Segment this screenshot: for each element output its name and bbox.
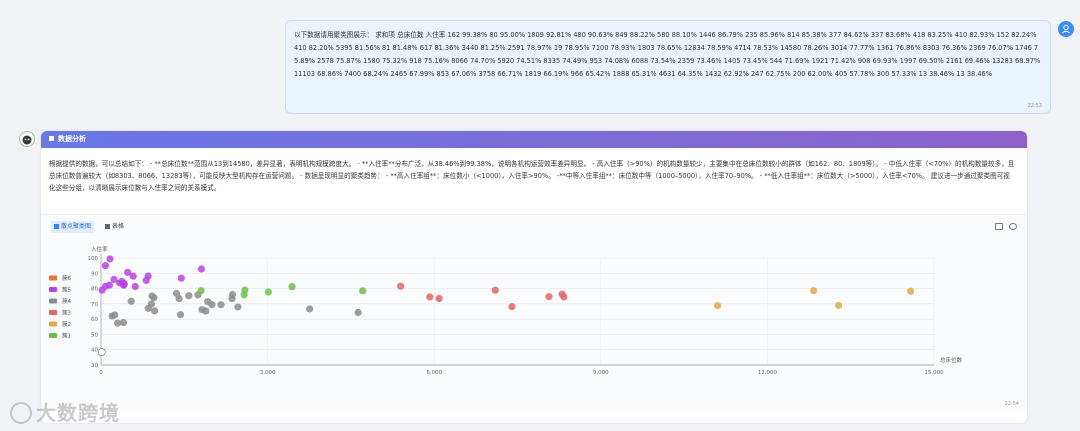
scatter-point [131,282,139,291]
legend-swatch [49,333,57,338]
scatter-point [177,274,185,282]
download-icon[interactable] [995,223,1003,230]
tab-table[interactable]: 表格 [102,221,127,233]
square-icon [49,136,54,141]
y-tick-label: 80 [91,287,98,293]
card-header-title: 数据分析 [58,135,86,143]
legend-entry: 簇5 [62,286,72,294]
scatter-point [545,293,553,301]
robot-icon [19,131,35,147]
y-tick-label: 30 [91,363,98,369]
legend-entry: 簇6 [62,274,72,282]
watermark-logo-icon [10,402,32,424]
scatter-point [127,297,135,305]
watermark: 大数跨境 [10,397,120,426]
scatter-point [835,301,843,310]
legend-entry: 簇2 [62,320,71,328]
scatter-point [108,312,116,320]
scatter-point [810,287,818,295]
legend-swatch [49,310,57,315]
scatter-point [288,283,296,291]
analysis-text: 根据提供的数据，可以总结如下： - **总床位数**范围从13到14580，差异… [49,160,1015,192]
legend-entry: 簇4 [62,297,72,305]
y-tick-label: 100 [88,256,99,262]
legend-swatch [49,275,57,281]
y-tick-label: 50 [91,332,98,338]
scatter-point [98,286,106,294]
scatter-point [185,292,193,300]
scatter-point [240,291,248,299]
scatter-point [907,287,915,295]
scatter-point [101,262,110,270]
y-tick-label: 90 [91,271,98,277]
chart-panel: 散点聚类图 表格 30 40 50 60 70 80 90 100 0 3,000 6,000 9,0… [41,214,1027,411]
x-tick-label: 6,000 [426,370,442,376]
legend-swatch [49,287,57,292]
scatter-point [491,286,499,294]
scatter-point [144,304,152,312]
x-tick-label: 12,000 [758,370,778,376]
scatter-point [114,319,122,327]
scatter-point [175,294,183,303]
user-message-bubble: 以下数据请用聚类图展示： 求和项 总床位数 入住率 162 99.38% 80 … [285,20,1051,114]
x-axis-label: 总床位数 [940,356,963,364]
scatter-point [202,307,210,315]
scatter-point [228,294,236,303]
scatter-point [713,301,722,310]
tab-table-label: 表格 [111,223,124,230]
scatter-point [151,307,159,315]
scatter-point [560,293,568,301]
scatter-point [508,302,516,311]
scatter-point [142,276,150,284]
scatter-point [176,311,185,319]
scatter-chart: 30 40 50 60 70 80 90 100 0 3,000 6,000 9,000 12,000 1… [49,245,963,376]
scatter-point [197,265,206,273]
table-icon [104,224,110,229]
scatter-point [435,294,443,303]
comment-icon[interactable] [1009,223,1017,230]
user-message-text: 以下数据请用聚类图展示： 求和项 总床位数 入住率 162 99.38% 80 … [294,31,1041,78]
x-tick-label: 3,000 [260,370,276,376]
y-tick-label: 40 [91,348,98,354]
chart-tabs: 散点聚类图 表格 [51,221,133,233]
x-tick-label: 9,000 [593,370,609,376]
bot-message-time: 22:54 [1004,401,1019,407]
legend-swatch [49,321,57,327]
user-message-time: 22:53 [1027,103,1042,109]
scatter-point [106,255,114,263]
y-tick-label: 70 [91,302,98,308]
legend-swatch [49,298,57,304]
user-icon-glyph [1062,24,1070,34]
scatter-point [354,308,362,317]
chart-icon [54,224,59,229]
scatter-point [426,293,434,301]
x-tick-label: 15,000 [924,370,944,376]
scatter-point [397,282,405,290]
scatter-point [97,348,106,356]
scatter-point [129,272,137,280]
analysis-card: 数据分析 根据提供的数据，可以总结如下： - **总床位数**范围从13到145… [41,131,1027,423]
robot-icon-glyph [22,135,32,145]
legend-entry: 簇1 [62,332,71,340]
scatter-point [150,294,158,302]
scatter-point [217,301,225,309]
x-tick-label: 0 [99,370,103,376]
tab-scatter-label: 散点聚类图 [61,223,92,230]
scatter-point [234,303,242,311]
scatter-point [359,287,367,295]
y-axis-label: 入住率 [91,245,108,253]
scatter-point [120,281,128,289]
watermark-text: 大数跨境 [36,401,120,425]
scatter-point [197,287,205,295]
scatter-point [306,305,314,313]
tab-scatter[interactable]: 散点聚类图 [51,221,95,233]
scatter-point [264,288,272,296]
user-icon [1058,21,1074,37]
scatter-point [208,301,216,309]
card-header: 数据分析 [41,131,1027,148]
y-tick-label: 60 [91,317,98,323]
legend-entry: 簇3 [62,309,72,317]
